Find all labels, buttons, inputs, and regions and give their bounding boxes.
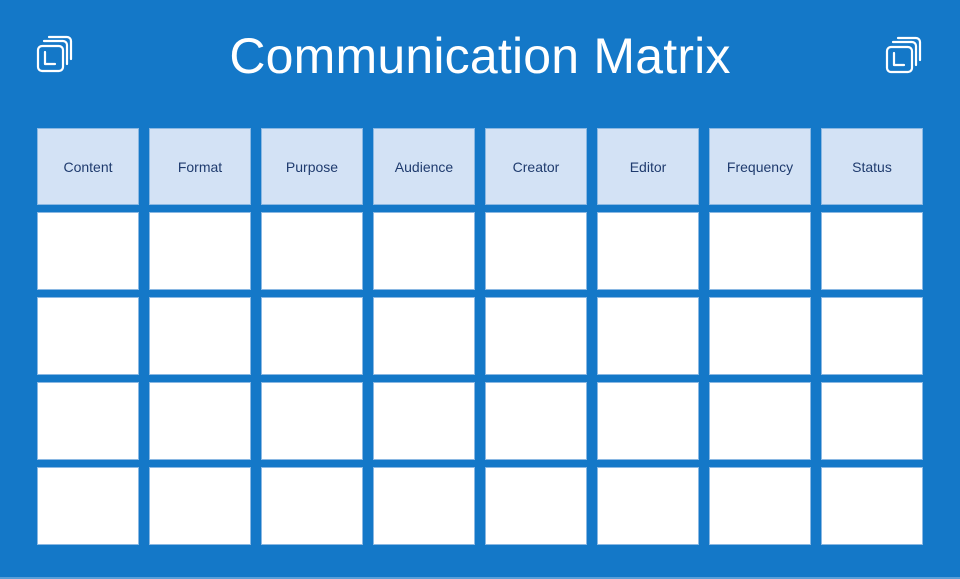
column-header-status: Status: [821, 128, 923, 205]
table-cell[interactable]: [37, 297, 139, 375]
table-cell[interactable]: [261, 212, 363, 290]
table-cell[interactable]: [373, 382, 475, 460]
table-cell[interactable]: [149, 382, 251, 460]
table-cell[interactable]: [597, 382, 699, 460]
table-cell[interactable]: [149, 212, 251, 290]
table-cell[interactable]: [485, 297, 587, 375]
table-cell[interactable]: [821, 297, 923, 375]
table-cell[interactable]: [709, 467, 811, 545]
page-title: Communication Matrix: [229, 28, 731, 84]
table-cell[interactable]: [709, 382, 811, 460]
stacked-layers-logo-icon: [885, 36, 922, 74]
table-cell[interactable]: [149, 467, 251, 545]
page-background: Communication Matrix Content Format Purp…: [0, 0, 960, 579]
column-header-purpose: Purpose: [261, 128, 363, 205]
table-cell[interactable]: [37, 382, 139, 460]
column-header-frequency: Frequency: [709, 128, 811, 205]
table-cell[interactable]: [597, 467, 699, 545]
table-cell[interactable]: [37, 212, 139, 290]
table-cell[interactable]: [821, 212, 923, 290]
table-cell[interactable]: [709, 297, 811, 375]
table-cell[interactable]: [373, 212, 475, 290]
column-header-editor: Editor: [597, 128, 699, 205]
table-cell[interactable]: [373, 297, 475, 375]
table-cell[interactable]: [261, 467, 363, 545]
table-cell[interactable]: [597, 212, 699, 290]
table-cell[interactable]: [261, 382, 363, 460]
column-header-audience: Audience: [373, 128, 475, 205]
table-cell[interactable]: [485, 212, 587, 290]
column-header-creator: Creator: [485, 128, 587, 205]
table-cell[interactable]: [709, 212, 811, 290]
column-header-format: Format: [149, 128, 251, 205]
table-cell[interactable]: [373, 467, 475, 545]
table-cell[interactable]: [485, 467, 587, 545]
communication-matrix-table: Content Format Purpose Audience Creator …: [37, 128, 923, 545]
table-cell[interactable]: [821, 467, 923, 545]
column-header-content: Content: [37, 128, 139, 205]
table-cell[interactable]: [149, 297, 251, 375]
table-cell[interactable]: [261, 297, 363, 375]
table-cell[interactable]: [37, 467, 139, 545]
table-cell[interactable]: [821, 382, 923, 460]
table-cell[interactable]: [485, 382, 587, 460]
table-cell[interactable]: [597, 297, 699, 375]
